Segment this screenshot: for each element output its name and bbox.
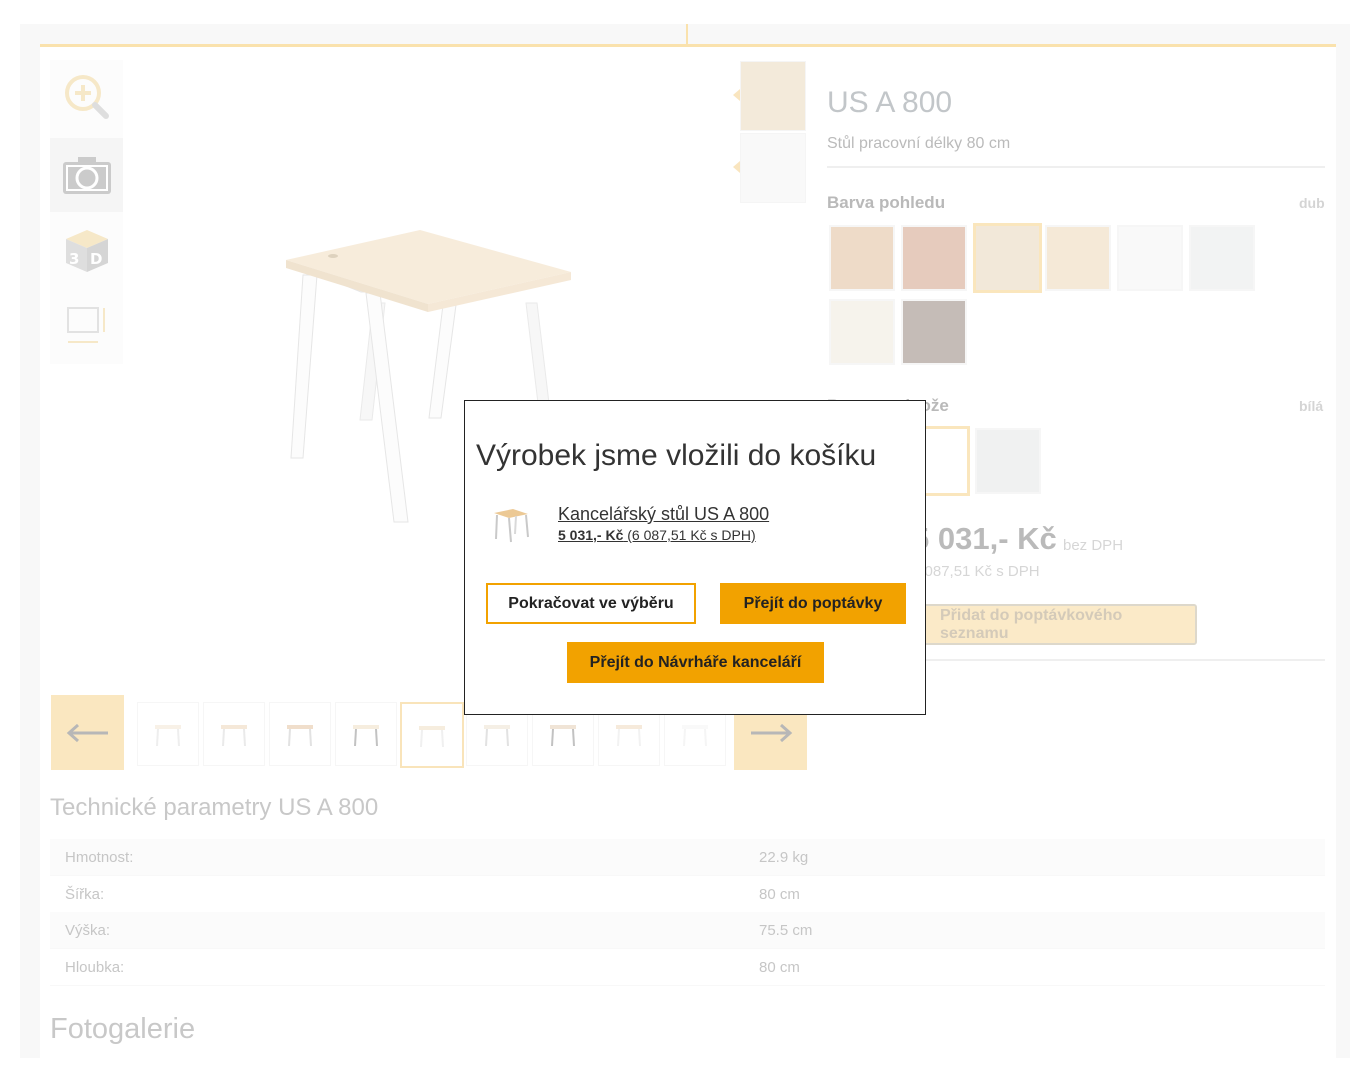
- desk-thumbnail-icon: [494, 509, 529, 543]
- go-to-inquiry-button[interactable]: Přejít do poptávky: [720, 583, 906, 624]
- modal-price-bold: 5 031,- Kč: [558, 527, 624, 543]
- continue-shopping-button[interactable]: Pokračovat ve výběru: [486, 583, 696, 624]
- product-link[interactable]: Kancelářský stůl US A 800: [558, 504, 769, 525]
- go-to-inquiry-label: Přejít do poptávky: [743, 594, 883, 612]
- modal-price[interactable]: 5 031,- Kč (6 087,51 Kč s DPH): [558, 527, 756, 543]
- go-to-office-designer-label: Přejít do Návrháře kanceláří: [589, 653, 802, 671]
- added-to-cart-modal: Výrobek jsme vložili do košíku Kancelářs…: [464, 400, 926, 715]
- modal-title: Výrobek jsme vložili do košíku: [476, 439, 877, 472]
- continue-shopping-label: Pokračovat ve výběru: [508, 594, 674, 612]
- go-to-office-designer-button[interactable]: Přejít do Návrháře kanceláří: [567, 642, 824, 683]
- modal-price-vat: (6 087,51 Kč s DPH): [627, 527, 756, 543]
